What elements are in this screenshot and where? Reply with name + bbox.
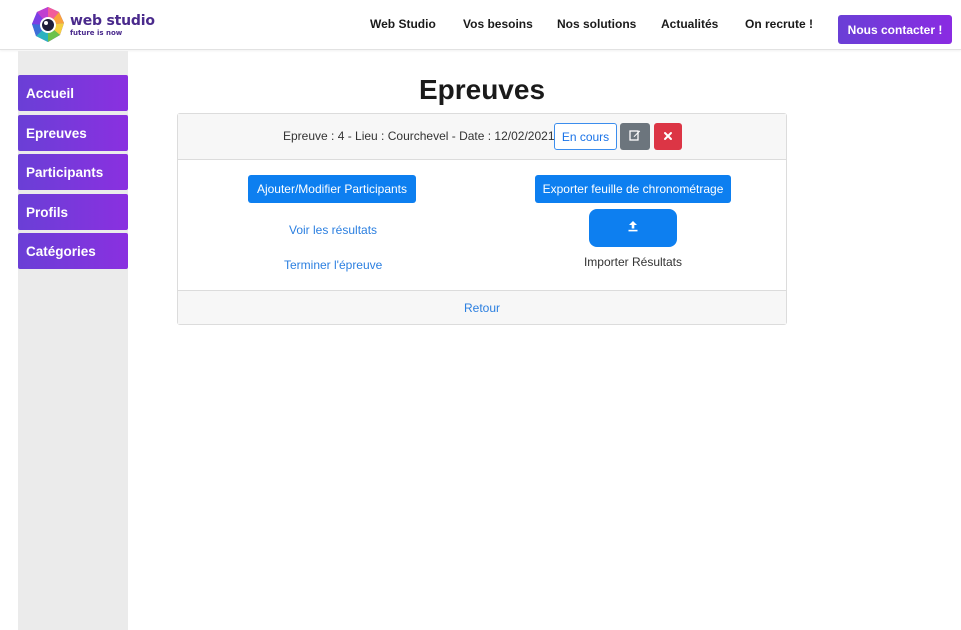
add-participants-button[interactable]: Ajouter/Modifier Participants (248, 175, 416, 203)
edit-button[interactable] (620, 123, 650, 150)
upload-icon (627, 219, 639, 237)
sidebar-item-participants[interactable]: Participants (18, 154, 128, 190)
brand-tagline: future is now (70, 28, 123, 37)
import-results-label: Importer Résultats (583, 255, 683, 269)
brand-name: web studio (70, 12, 155, 29)
card-header: Epreuve : 4 - Lieu : Courchevel - Date :… (178, 114, 786, 160)
close-icon (663, 128, 673, 146)
epreuve-card: Epreuve : 4 - Lieu : Courchevel - Date :… (177, 113, 787, 325)
export-timesheet-button[interactable]: Exporter feuille de chronométrage (535, 175, 731, 203)
nav-item-on-recrute[interactable]: On recrute ! (745, 17, 813, 31)
finish-epreuve-link[interactable]: Terminer l'épreuve (284, 258, 382, 272)
back-link[interactable]: Retour (464, 301, 500, 315)
delete-button[interactable] (654, 123, 682, 150)
top-navbar: web studio future is now Web Studio Vos … (0, 0, 961, 50)
status-button[interactable]: En cours (554, 123, 617, 150)
edit-icon (629, 128, 641, 146)
epreuve-info: Epreuve : 4 - Lieu : Courchevel - Date :… (283, 129, 562, 143)
brand-logo[interactable]: web studio future is now (28, 4, 158, 46)
card-footer: Retour (178, 290, 786, 324)
view-results-link[interactable]: Voir les résultats (289, 223, 377, 237)
sidebar-item-profils[interactable]: Profils (18, 194, 128, 230)
nav-item-vos-besoins[interactable]: Vos besoins (463, 17, 533, 31)
sidebar: Accueil Epreuves Participants Profils Ca… (18, 51, 128, 630)
page-title: Epreuves (418, 74, 546, 105)
contact-button[interactable]: Nous contacter ! (838, 15, 952, 44)
upload-button[interactable] (589, 209, 677, 247)
nav-item-actualites[interactable]: Actualités (661, 17, 718, 31)
camera-lens-icon (28, 5, 68, 45)
nav-item-web-studio[interactable]: Web Studio (370, 17, 436, 31)
nav-item-nos-solutions[interactable]: Nos solutions (557, 17, 636, 31)
sidebar-item-accueil[interactable]: Accueil (18, 75, 128, 111)
sidebar-item-epreuves[interactable]: Epreuves (18, 115, 128, 151)
sidebar-item-categories[interactable]: Catégories (18, 233, 128, 269)
